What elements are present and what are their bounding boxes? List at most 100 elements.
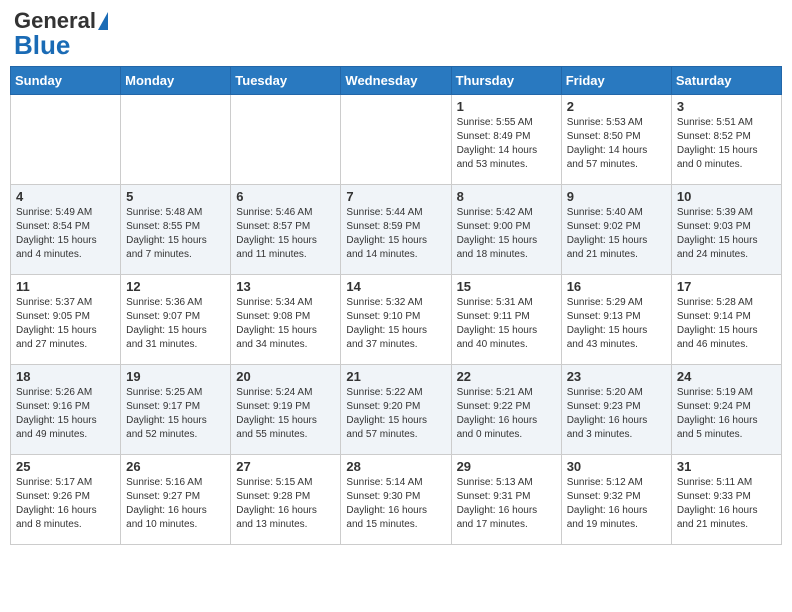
day-number: 21 xyxy=(346,369,445,384)
calendar-cell: 1 Sunrise: 5:55 AMSunset: 8:49 PMDaylight… xyxy=(451,95,561,185)
logo: General Blue xyxy=(14,10,108,58)
calendar-cell: 10 Sunrise: 5:39 AMSunset: 9:03 PMDayligh… xyxy=(671,185,781,275)
day-number: 3 xyxy=(677,99,776,114)
calendar-week-5: 25 Sunrise: 5:17 AMSunset: 9:26 PMDayligh… xyxy=(11,455,782,545)
day-number: 10 xyxy=(677,189,776,204)
day-number: 7 xyxy=(346,189,445,204)
day-info: Sunrise: 5:55 AMSunset: 8:49 PMDaylight:… xyxy=(457,116,556,172)
day-info: Sunrise: 5:12 AMSunset: 9:32 PMDaylight:… xyxy=(567,476,666,532)
calendar-cell: 19 Sunrise: 5:25 AMSunset: 9:17 PMDayligh… xyxy=(121,365,231,455)
day-info: Sunrise: 5:14 AMSunset: 9:30 PMDaylight:… xyxy=(346,476,445,532)
day-number: 12 xyxy=(126,279,225,294)
day-number: 22 xyxy=(457,369,556,384)
weekday-header-sunday: Sunday xyxy=(11,67,121,95)
weekday-header-monday: Monday xyxy=(121,67,231,95)
day-number: 25 xyxy=(16,459,115,474)
day-number: 9 xyxy=(567,189,666,204)
day-info: Sunrise: 5:42 AMSunset: 9:00 PMDaylight:… xyxy=(457,206,556,262)
logo-blue: Blue xyxy=(14,32,70,58)
calendar-cell: 6Sunrise: 5:46 AMSunset: 8:57 PMDaylight… xyxy=(231,185,341,275)
day-number: 26 xyxy=(126,459,225,474)
calendar-cell: 26 Sunrise: 5:16 AMSunset: 9:27 PMDayligh… xyxy=(121,455,231,545)
weekday-header-saturday: Saturday xyxy=(671,67,781,95)
calendar-cell: 2 Sunrise: 5:53 AMSunset: 8:50 PMDaylight… xyxy=(561,95,671,185)
day-number: 15 xyxy=(457,279,556,294)
day-info: Sunrise: 5:48 AMSunset: 8:55 PMDaylight:… xyxy=(126,206,225,262)
weekday-header-wednesday: Wednesday xyxy=(341,67,451,95)
day-info: Sunrise: 5:26 AMSunset: 9:16 PMDaylight:… xyxy=(16,386,115,442)
day-info: Sunrise: 5:39 AMSunset: 9:03 PMDaylight:… xyxy=(677,206,776,262)
day-info: Sunrise: 5:25 AMSunset: 9:17 PMDaylight:… xyxy=(126,386,225,442)
calendar-cell: 13Sunrise: 5:34 AMSunset: 9:08 PMDayligh… xyxy=(231,275,341,365)
calendar-cell: 7Sunrise: 5:44 AMSunset: 8:59 PMDaylight… xyxy=(341,185,451,275)
day-number: 23 xyxy=(567,369,666,384)
calendar-cell: 31Sunrise: 5:11 AMSunset: 9:33 PMDayligh… xyxy=(671,455,781,545)
calendar-week-2: 4Sunrise: 5:49 AMSunset: 8:54 PMDaylight… xyxy=(11,185,782,275)
calendar-cell: 21 Sunrise: 5:22 AMSunset: 9:20 PMDayligh… xyxy=(341,365,451,455)
calendar-cell: 23 Sunrise: 5:20 AMSunset: 9:23 PMDayligh… xyxy=(561,365,671,455)
calendar-cell xyxy=(341,95,451,185)
day-number: 14 xyxy=(346,279,445,294)
day-info: Sunrise: 5:53 AMSunset: 8:50 PMDaylight:… xyxy=(567,116,666,172)
calendar-cell: 16 Sunrise: 5:29 AMSunset: 9:13 PMDayligh… xyxy=(561,275,671,365)
page-header: General Blue xyxy=(10,10,782,58)
day-number: 16 xyxy=(567,279,666,294)
calendar-cell: 30 Sunrise: 5:12 AMSunset: 9:32 PMDayligh… xyxy=(561,455,671,545)
day-number: 24 xyxy=(677,369,776,384)
day-info: Sunrise: 5:29 AMSunset: 9:13 PMDaylight:… xyxy=(567,296,666,352)
day-info: Sunrise: 5:49 AMSunset: 8:54 PMDaylight:… xyxy=(16,206,115,262)
day-number: 8 xyxy=(457,189,556,204)
day-number: 17 xyxy=(677,279,776,294)
calendar-week-3: 11 Sunrise: 5:37 AMSunset: 9:05 PMDayligh… xyxy=(11,275,782,365)
day-number: 19 xyxy=(126,369,225,384)
day-info: Sunrise: 5:11 AMSunset: 9:33 PMDaylight:… xyxy=(677,476,776,532)
calendar-cell: 25 Sunrise: 5:17 AMSunset: 9:26 PMDayligh… xyxy=(11,455,121,545)
calendar-cell: 12 Sunrise: 5:36 AMSunset: 9:07 PMDayligh… xyxy=(121,275,231,365)
day-info: Sunrise: 5:13 AMSunset: 9:31 PMDaylight:… xyxy=(457,476,556,532)
day-number: 1 xyxy=(457,99,556,114)
day-number: 11 xyxy=(16,279,115,294)
calendar-cell: 27Sunrise: 5:15 AMSunset: 9:28 PMDayligh… xyxy=(231,455,341,545)
calendar-cell: 8 Sunrise: 5:42 AMSunset: 9:00 PMDaylight… xyxy=(451,185,561,275)
calendar-cell: 28Sunrise: 5:14 AMSunset: 9:30 PMDayligh… xyxy=(341,455,451,545)
day-info: Sunrise: 5:17 AMSunset: 9:26 PMDaylight:… xyxy=(16,476,115,532)
day-info: Sunrise: 5:24 AMSunset: 9:19 PMDaylight:… xyxy=(236,386,335,442)
day-number: 27 xyxy=(236,459,335,474)
day-number: 6 xyxy=(236,189,335,204)
day-info: Sunrise: 5:36 AMSunset: 9:07 PMDaylight:… xyxy=(126,296,225,352)
calendar-cell xyxy=(231,95,341,185)
day-info: Sunrise: 5:32 AMSunset: 9:10 PMDaylight:… xyxy=(346,296,445,352)
day-info: Sunrise: 5:19 AMSunset: 9:24 PMDaylight:… xyxy=(677,386,776,442)
day-number: 18 xyxy=(16,369,115,384)
calendar-cell: 24 Sunrise: 5:19 AMSunset: 9:24 PMDayligh… xyxy=(671,365,781,455)
weekday-header-tuesday: Tuesday xyxy=(231,67,341,95)
calendar-cell: 18 Sunrise: 5:26 AMSunset: 9:16 PMDayligh… xyxy=(11,365,121,455)
day-info: Sunrise: 5:22 AMSunset: 9:20 PMDaylight:… xyxy=(346,386,445,442)
calendar-table: SundayMondayTuesdayWednesdayThursdayFrid… xyxy=(10,66,782,545)
day-number: 20 xyxy=(236,369,335,384)
day-info: Sunrise: 5:34 AMSunset: 9:08 PMDaylight:… xyxy=(236,296,335,352)
calendar-cell xyxy=(121,95,231,185)
day-info: Sunrise: 5:40 AMSunset: 9:02 PMDaylight:… xyxy=(567,206,666,262)
day-info: Sunrise: 5:51 AMSunset: 8:52 PMDaylight:… xyxy=(677,116,776,172)
day-number: 30 xyxy=(567,459,666,474)
calendar-cell: 17Sunrise: 5:28 AMSunset: 9:14 PMDayligh… xyxy=(671,275,781,365)
day-number: 2 xyxy=(567,99,666,114)
day-number: 5 xyxy=(126,189,225,204)
day-info: Sunrise: 5:37 AMSunset: 9:05 PMDaylight:… xyxy=(16,296,115,352)
logo-general: General xyxy=(14,10,96,32)
day-info: Sunrise: 5:21 AMSunset: 9:22 PMDaylight:… xyxy=(457,386,556,442)
calendar-cell: 5 Sunrise: 5:48 AMSunset: 8:55 PMDaylight… xyxy=(121,185,231,275)
calendar-cell: 15Sunrise: 5:31 AMSunset: 9:11 PMDayligh… xyxy=(451,275,561,365)
logo-triangle-icon xyxy=(98,12,108,30)
calendar-cell: 29Sunrise: 5:13 AMSunset: 9:31 PMDayligh… xyxy=(451,455,561,545)
day-info: Sunrise: 5:16 AMSunset: 9:27 PMDaylight:… xyxy=(126,476,225,532)
calendar-week-1: 1 Sunrise: 5:55 AMSunset: 8:49 PMDaylight… xyxy=(11,95,782,185)
day-info: Sunrise: 5:20 AMSunset: 9:23 PMDaylight:… xyxy=(567,386,666,442)
calendar-cell: 20 Sunrise: 5:24 AMSunset: 9:19 PMDayligh… xyxy=(231,365,341,455)
weekday-header-row: SundayMondayTuesdayWednesdayThursdayFrid… xyxy=(11,67,782,95)
calendar-cell: 11 Sunrise: 5:37 AMSunset: 9:05 PMDayligh… xyxy=(11,275,121,365)
calendar-cell: 9 Sunrise: 5:40 AMSunset: 9:02 PMDaylight… xyxy=(561,185,671,275)
calendar-cell: 14 Sunrise: 5:32 AMSunset: 9:10 PMDayligh… xyxy=(341,275,451,365)
weekday-header-friday: Friday xyxy=(561,67,671,95)
